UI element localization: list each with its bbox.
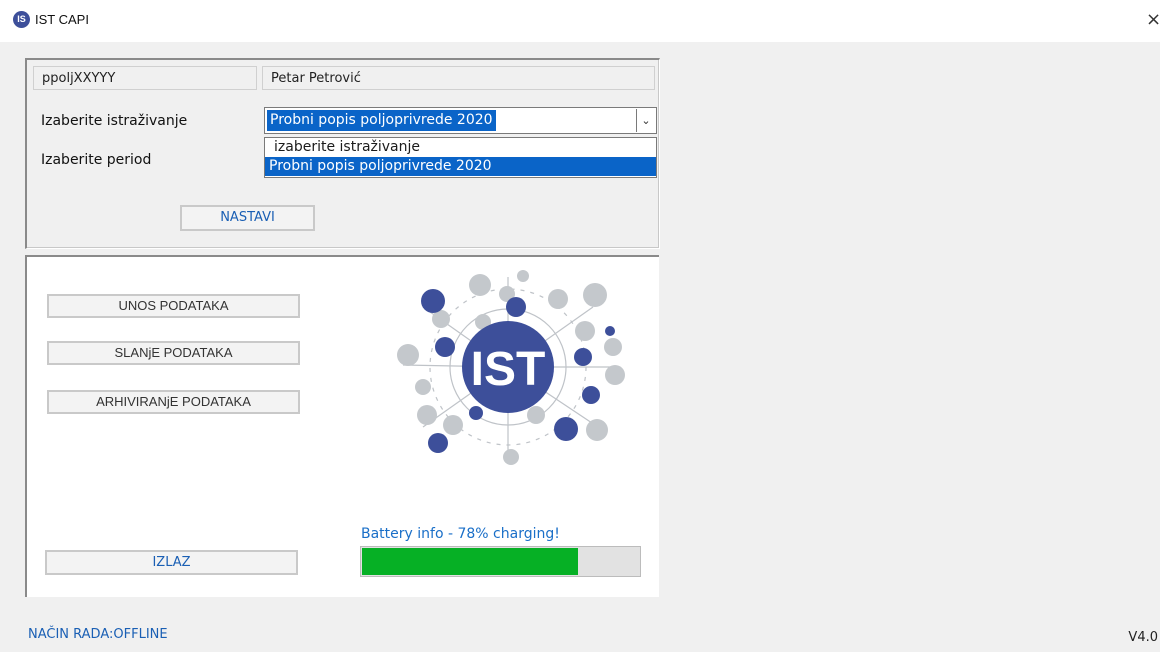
- battery-progress-bar: [360, 546, 641, 577]
- survey-selection-panel: ppoljXXYYY Petar Petrović Izaberite istr…: [25, 58, 660, 249]
- dropdown-option[interactable]: izaberite istraživanje: [265, 138, 656, 157]
- battery-info-label: Battery info - 78% charging!: [361, 526, 560, 542]
- data-archive-button[interactable]: ARHIVIRANjE PODATAKA: [47, 390, 300, 414]
- ist-logo: IST: [397, 270, 625, 465]
- main-menu-panel: UNOS PODATAKA SLANjE PODATAKA ARHIVIRANj…: [25, 255, 659, 597]
- title-bar: IS IST CAPI ×: [0, 0, 1160, 42]
- survey-selected-value: Probni popis poljoprivrede 2020: [267, 110, 496, 131]
- fullname-field: Petar Petrović: [262, 66, 655, 90]
- continue-button[interactable]: NASTAVI: [180, 205, 315, 231]
- exit-button[interactable]: IZLAZ: [45, 550, 298, 575]
- survey-select[interactable]: Probni popis poljoprivrede 2020 ⌄: [264, 107, 657, 134]
- close-button[interactable]: ×: [1146, 8, 1160, 32]
- data-send-button[interactable]: SLANjE PODATAKA: [47, 341, 300, 365]
- period-label: Izaberite period: [41, 152, 152, 168]
- survey-label: Izaberite istraživanje: [41, 113, 188, 129]
- data-entry-button[interactable]: UNOS PODATAKA: [47, 294, 300, 318]
- logo-text: IST: [471, 343, 546, 396]
- username-field: ppoljXXYYY: [33, 66, 257, 90]
- version-label: V4.0: [1128, 630, 1158, 645]
- ist-app-icon: IS: [13, 11, 30, 28]
- survey-dropdown-list: izaberite istraživanje Probni popis polj…: [264, 137, 657, 178]
- battery-progress-fill: [362, 548, 578, 575]
- chevron-down-icon[interactable]: ⌄: [636, 109, 655, 132]
- window-title: IST CAPI: [35, 12, 89, 27]
- dropdown-option-selected[interactable]: Probni popis poljoprivrede 2020: [265, 157, 656, 176]
- mode-status: NAČIN RADA:OFFLINE: [28, 627, 168, 642]
